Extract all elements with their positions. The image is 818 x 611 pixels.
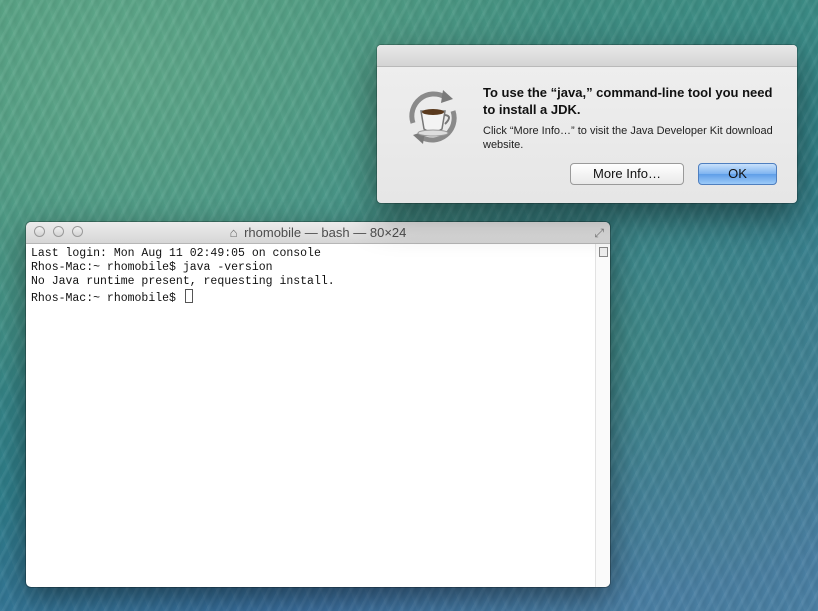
- scrollbar-thumb[interactable]: [599, 247, 608, 257]
- java-cup-icon: [409, 90, 457, 144]
- more-info-button[interactable]: More Info…: [570, 163, 684, 185]
- title-sep: —: [353, 225, 367, 240]
- dialog-titlebar: [377, 45, 797, 67]
- terminal-titlebar[interactable]: ⌂ rhomobile — bash — 80×24 ⤢: [26, 222, 610, 244]
- title-main: rhomobile: [244, 225, 302, 240]
- dialog-message-title: To use the “java,” command-line tool you…: [483, 85, 773, 117]
- terminal-line: Last login: Mon Aug 11 02:49:05 on conso…: [31, 247, 321, 260]
- terminal-prompt-line: Rhos-Mac:~ rhomobile$: [31, 289, 591, 306]
- install-jdk-dialog: To use the “java,” command-line tool you…: [377, 45, 797, 203]
- terminal-window[interactable]: ⌂ rhomobile — bash — 80×24 ⤢ Last login:…: [26, 222, 610, 587]
- title-size: 80×24: [369, 225, 407, 240]
- terminal-line: Rhos-Mac:~ rhomobile$ java -version: [31, 261, 273, 274]
- terminal-title: ⌂ rhomobile — bash — 80×24: [26, 225, 610, 240]
- home-icon: ⌂: [229, 225, 238, 240]
- dialog-message-body: Click “More Info…” to visit the Java Dev…: [483, 125, 773, 151]
- title-process: bash: [321, 225, 350, 240]
- terminal-scrollbar[interactable]: [595, 244, 610, 587]
- title-sep: —: [304, 225, 318, 240]
- terminal-prompt: Rhos-Mac:~ rhomobile$: [31, 292, 183, 305]
- fullscreen-icon[interactable]: ⤢: [594, 226, 604, 241]
- terminal-output[interactable]: Last login: Mon Aug 11 02:49:05 on conso…: [26, 244, 596, 587]
- text-cursor: [184, 289, 193, 303]
- terminal-line: No Java runtime present, requesting inst…: [31, 275, 335, 288]
- ok-button[interactable]: OK: [698, 163, 777, 185]
